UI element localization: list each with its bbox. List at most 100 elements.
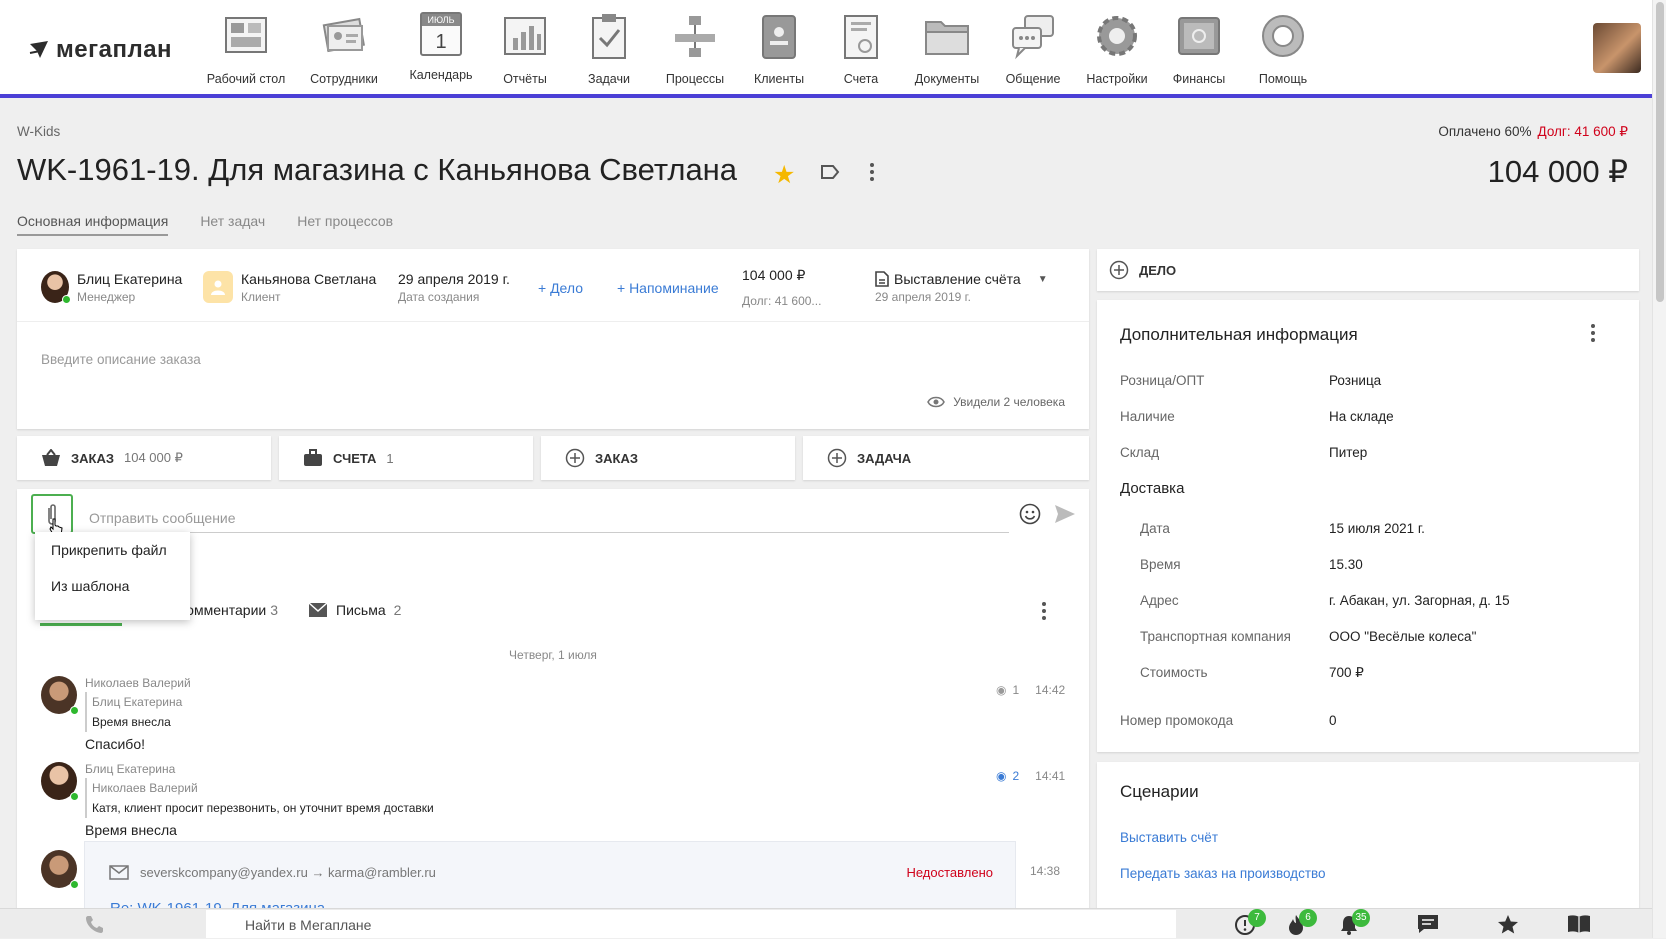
page-scrollbar[interactable] (1652, 0, 1666, 938)
email-time: 14:38 (1030, 864, 1061, 878)
message-time: 14:41 (1035, 769, 1066, 783)
divider (17, 321, 1089, 322)
block-label: СЧЕТА (333, 450, 377, 466)
add-order-button[interactable]: ЗАКАЗ (541, 436, 795, 480)
page-title: WK-1961-19. Для магазина с Каньянова Све… (17, 152, 738, 187)
nav-label: Помощь (1258, 72, 1308, 86)
block-label: ЗАКАЗ (595, 450, 638, 466)
created-date-label: Дата создания (398, 290, 480, 304)
chevron-down-icon[interactable]: ▼ (1038, 274, 1048, 285)
emoji-icon[interactable] (1019, 503, 1041, 525)
fire-icon[interactable]: 6 (1285, 909, 1317, 939)
created-date: 29 апреля 2019 г. Дата создания (398, 271, 510, 304)
nav-help[interactable]: Помощь (1228, 12, 1338, 86)
bottom-bar: Найти в Мегаплане 7 6 35 (0, 908, 1652, 938)
employees-icon (322, 17, 365, 53)
quote-author: Николаев Валерий (92, 781, 198, 795)
alerts-badge: 7 (1248, 909, 1266, 927)
scenario-link-invoice[interactable]: Выставить счёт (1120, 830, 1218, 845)
message-text: Спасибо! (85, 736, 145, 752)
add-case-link[interactable]: + Дело (538, 280, 583, 296)
user-avatar[interactable] (1593, 23, 1641, 73)
scenario-link-production[interactable]: Передать заказ на производство (1120, 866, 1326, 881)
message-meta: ◉ 1 14:42 (996, 683, 1065, 697)
invoices-block-button[interactable]: СЧЕТА 1 (279, 436, 533, 480)
phone-icon[interactable] (84, 914, 104, 934)
stage-date: 29 апреля 2019 г. (875, 290, 971, 304)
online-status-icon (70, 706, 79, 715)
envelope-icon (109, 865, 129, 880)
message-avatar[interactable] (41, 676, 79, 715)
manager[interactable]: Блиц Екатерина Менеджер (41, 271, 182, 304)
stage-label: Выставление счёта (894, 271, 1021, 287)
favorites-star-icon[interactable] (1497, 914, 1519, 934)
manager-avatar (41, 271, 71, 304)
message-time: 14:42 (1035, 683, 1066, 697)
tab-processes[interactable]: Нет процессов (297, 213, 393, 236)
message-avatar[interactable] (41, 762, 79, 801)
fire-badge: 6 (1299, 909, 1317, 927)
quote-text: Катя, клиент просит перезвонить, он уточ… (92, 801, 434, 815)
manager-role: Менеджер (77, 290, 136, 304)
online-status-icon (70, 880, 79, 889)
tab-main-info[interactable]: Основная информация (17, 213, 169, 236)
description-input[interactable]: Введите описание заказа (41, 352, 201, 367)
message-author[interactable]: Николаев Валерий (85, 676, 191, 690)
notifications-badge: 35 (1352, 909, 1370, 927)
tab-emails[interactable]: Письма 2 (308, 601, 401, 618)
book-icon[interactable] (1567, 914, 1591, 934)
deal-sum: 104 000 ₽ Долг: 41 600... (742, 267, 821, 308)
plus-circle-icon (827, 448, 847, 468)
favorite-star-icon[interactable]: ★ (773, 160, 795, 190)
add-case-panel[interactable]: ДЕЛО (1097, 249, 1639, 291)
processes-icon (675, 16, 715, 57)
order-block-button[interactable]: ЗАКАЗ 104 000 ₽ (17, 436, 271, 480)
additional-info-menu-icon[interactable] (1583, 323, 1603, 343)
message-quote: Блиц Екатерина Время внесла (85, 692, 182, 732)
message-meta: ◉ 2 14:41 (996, 769, 1065, 783)
stage-select[interactable]: Выставление счёта ▼ 29 апреля 2019 г. (875, 271, 1048, 304)
online-status-icon (62, 295, 71, 304)
messages-icon[interactable] (1417, 914, 1439, 934)
attach-button[interactable] (31, 494, 73, 537)
additional-info-card: Дополнительная информация Розница/ОПТ Роз… (1097, 300, 1639, 752)
views-count: 2 (1012, 769, 1020, 783)
online-status-icon (70, 792, 79, 801)
clients-icon (762, 15, 796, 59)
paid-percent: Оплачено 60% (1438, 124, 1532, 139)
client[interactable]: Каньянова Светлана Клиент (203, 271, 376, 304)
nav-employees[interactable]: Сотрудники (289, 12, 399, 86)
message-input[interactable]: Отправить сообщение (89, 503, 1009, 533)
add-case-label: ДЕЛО (1139, 263, 1177, 278)
additional-info-title: Дополнительная информация (1120, 325, 1358, 344)
breadcrumb[interactable]: W-Kids (17, 124, 60, 139)
from-template-option[interactable]: Из шаблона (35, 568, 190, 604)
nav-desktop[interactable]: Рабочий стол (191, 12, 301, 86)
tag-icon[interactable] (820, 164, 840, 180)
manager-name: Блиц Екатерина (77, 271, 183, 287)
logo-text: мегаплан (56, 36, 173, 63)
add-reminder-link[interactable]: + Напоминание (617, 280, 719, 296)
attach-dropdown: Прикрепить файл Из шаблона (35, 532, 190, 620)
desktop-icon (225, 17, 267, 53)
debt-amount: Долг: 41 600 ₽ (1537, 124, 1628, 139)
alerts-icon[interactable]: 7 (1234, 909, 1266, 939)
send-icon[interactable] (1054, 504, 1076, 524)
global-search-input[interactable]: Найти в Мегаплане (206, 910, 1176, 938)
email-item[interactable]: severskcompany@yandex.ru → karma@rambler… (84, 841, 1016, 917)
tab-tasks[interactable]: Нет задач (200, 213, 265, 236)
document-icon (875, 271, 889, 287)
title-menu-icon[interactable] (862, 162, 882, 182)
logo[interactable]: мегаплан (28, 36, 172, 64)
settings-icon (1097, 16, 1137, 56)
message-author[interactable]: Блиц Екатерина (85, 762, 175, 776)
client-avatar-icon (203, 271, 233, 303)
bell-icon[interactable]: 35 (1338, 909, 1370, 939)
attach-file-option[interactable]: Прикрепить файл (35, 532, 190, 568)
reports-icon (504, 17, 546, 55)
message-avatar[interactable] (41, 850, 79, 889)
feed-menu-icon[interactable] (1034, 601, 1054, 621)
add-task-button[interactable]: ЗАДАЧА (803, 436, 1089, 480)
scrollbar-thumb[interactable] (1656, 2, 1664, 302)
email-route: severskcompany@yandex.ru → karma@rambler… (140, 865, 436, 880)
